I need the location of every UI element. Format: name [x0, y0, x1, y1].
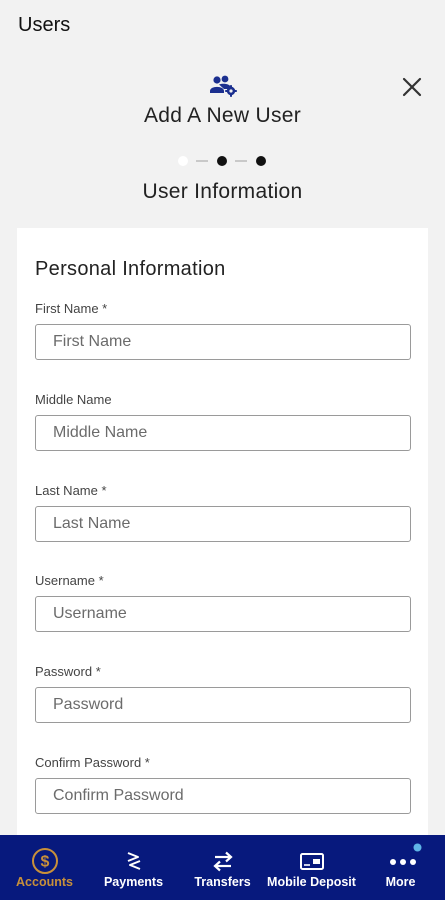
confirm-password-field[interactable]	[35, 778, 411, 814]
step-dot-3	[256, 156, 266, 166]
nav-label-payments: Payments	[103, 875, 164, 889]
bottom-nav: $ Accounts Payments Transfers Mobile Dep…	[0, 835, 445, 900]
nav-label-transfers: Transfers	[194, 875, 251, 889]
username-field[interactable]	[35, 596, 411, 632]
personal-info-card: Personal Information First Name * Middle…	[17, 228, 428, 848]
close-icon[interactable]	[401, 76, 423, 98]
top-bar: Users	[0, 0, 445, 56]
nav-label-accounts: Accounts	[16, 875, 73, 889]
last-name-label: Last Name *	[35, 483, 107, 498]
nav-item-more[interactable]: More	[356, 835, 445, 900]
confirm-password-label: Confirm Password *	[35, 755, 150, 770]
swap-arrows-icon	[127, 852, 140, 870]
wizard-title: Add A New User	[143, 104, 302, 127]
nav-label-more: More	[385, 875, 416, 889]
step-dot-1	[178, 156, 188, 166]
nav-label-mobile-deposit: Mobile Deposit	[267, 875, 356, 889]
check-deposit-icon	[299, 853, 324, 870]
nav-item-mobile-deposit[interactable]: Mobile Deposit	[267, 835, 356, 900]
step-title: User Information	[142, 180, 303, 203]
dollar-circle-icon: $	[31, 848, 58, 874]
last-name-field[interactable]	[35, 506, 411, 542]
password-label: Password *	[35, 664, 101, 679]
page-title: Users	[18, 14, 71, 36]
step-connector	[235, 160, 247, 162]
transfer-arrows-icon	[212, 851, 233, 872]
step-dot-2	[217, 156, 227, 166]
section-title: Personal Information	[35, 258, 226, 280]
wizard-header: Add A New User User Information	[0, 56, 445, 226]
users-gear-icon	[210, 75, 237, 97]
nav-item-payments[interactable]: Payments	[89, 835, 178, 900]
first-name-label: First Name *	[35, 301, 108, 316]
step-connector	[196, 160, 208, 162]
nav-item-transfers[interactable]: Transfers	[178, 835, 267, 900]
nav-item-accounts[interactable]: $ Accounts	[0, 835, 89, 900]
middle-name-label: Middle Name	[35, 392, 112, 407]
password-field[interactable]	[35, 687, 411, 723]
middle-name-field[interactable]	[35, 415, 411, 451]
username-label: Username *	[35, 573, 104, 588]
first-name-field[interactable]	[35, 324, 411, 360]
notification-badge-icon	[413, 843, 422, 852]
svg-text:$: $	[40, 854, 49, 871]
step-indicator	[176, 154, 272, 168]
